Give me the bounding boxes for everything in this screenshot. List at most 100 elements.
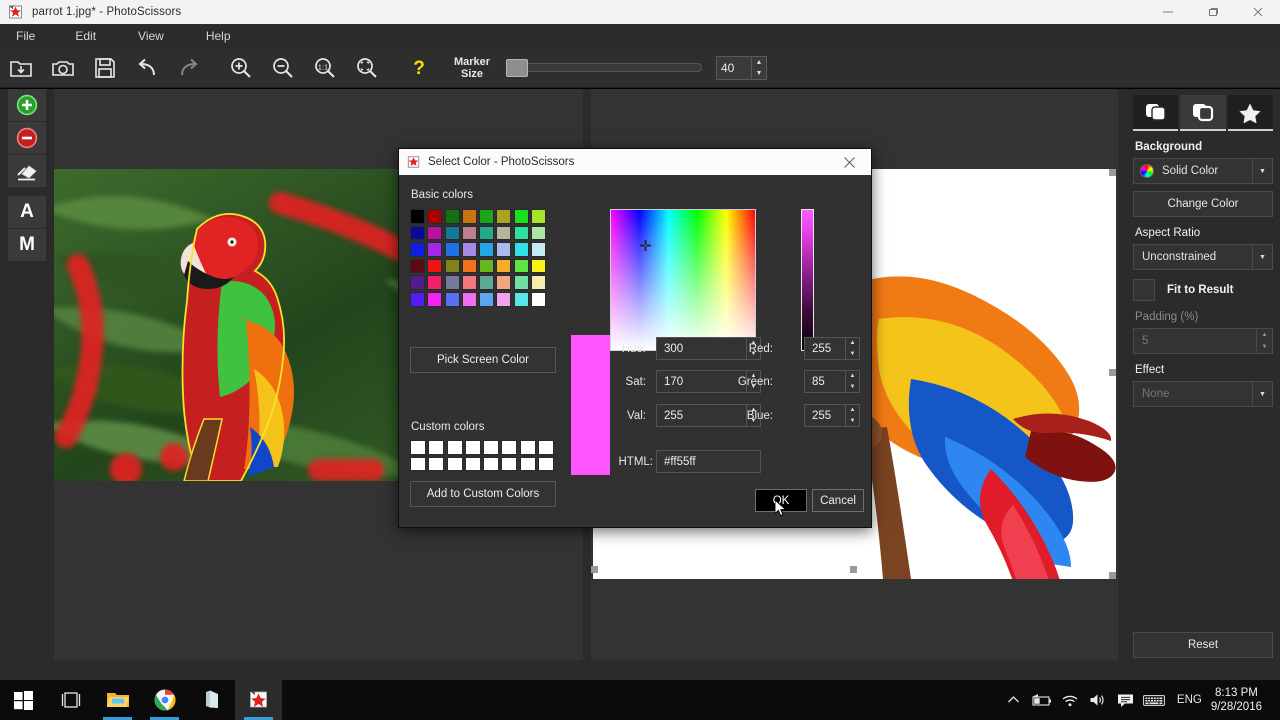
red-down-arrow[interactable]: ▼ [846, 349, 859, 360]
padding-arrows[interactable]: ▲ ▼ [1256, 329, 1272, 353]
sat-value[interactable]: 170 [657, 376, 683, 388]
help-icon[interactable]: ? [398, 48, 440, 88]
save-icon[interactable] [84, 48, 126, 88]
basic-color-swatch[interactable] [444, 275, 460, 290]
basic-color-swatch[interactable] [427, 225, 443, 241]
basic-color-swatch[interactable] [410, 225, 425, 241]
basic-color-swatch[interactable] [531, 275, 547, 290]
show-desktop-button[interactable] [1272, 680, 1280, 720]
basic-color-swatch[interactable] [444, 225, 460, 241]
store-button[interactable] [188, 680, 235, 720]
custom-color-swatch[interactable] [519, 456, 536, 471]
custom-color-swatch[interactable] [428, 440, 445, 455]
custom-color-swatch[interactable] [464, 440, 481, 455]
background-type-select[interactable]: Solid Color ▼ [1133, 158, 1273, 184]
basic-color-swatch[interactable] [513, 209, 529, 224]
show-hidden-icons-button[interactable] [1000, 680, 1028, 720]
blue-field[interactable]: 255 ▲ ▼ [804, 404, 860, 427]
basic-color-swatch[interactable] [531, 291, 547, 307]
chrome-button[interactable] [141, 680, 188, 720]
marker-size-up-arrow[interactable]: ▲ [752, 57, 766, 68]
custom-color-swatch[interactable] [446, 456, 463, 471]
change-color-button[interactable]: Change Color [1133, 191, 1273, 217]
resize-handle-top-right[interactable] [1109, 169, 1116, 176]
green-up-arrow[interactable]: ▲ [846, 371, 859, 382]
basic-color-swatch[interactable] [410, 258, 425, 274]
maximize-button[interactable] [1190, 0, 1235, 24]
marker-size-value[interactable]: 40 [717, 56, 751, 79]
green-value[interactable]: 85 [805, 376, 825, 388]
blue-value[interactable]: 255 [805, 410, 831, 422]
keyboard-icon[interactable] [1140, 680, 1168, 720]
green-arrows[interactable]: ▲ ▼ [845, 371, 859, 392]
cancel-button[interactable]: Cancel [812, 489, 864, 512]
fit-to-result-row[interactable]: Fit to Result [1133, 279, 1273, 301]
minimize-button[interactable] [1145, 0, 1190, 24]
green-down-arrow[interactable]: ▼ [846, 382, 859, 393]
marker-size-arrows[interactable]: ▲ ▼ [751, 56, 766, 79]
custom-color-swatch[interactable] [428, 456, 445, 471]
pick-screen-color-button[interactable]: Pick Screen Color [410, 347, 556, 373]
basic-color-swatch[interactable] [496, 258, 512, 274]
marker-size-down-arrow[interactable]: ▼ [752, 68, 766, 79]
basic-color-swatch[interactable] [513, 291, 529, 307]
basic-color-swatch[interactable] [410, 275, 425, 290]
custom-color-swatch[interactable] [501, 456, 518, 471]
custom-color-swatch[interactable] [519, 440, 536, 455]
basic-color-swatch[interactable] [427, 291, 443, 307]
chevron-down-icon[interactable]: ▼ [1252, 382, 1272, 406]
chevron-down-icon[interactable]: ▼ [1252, 245, 1272, 269]
basic-color-swatch[interactable] [461, 275, 477, 290]
task-view-button[interactable] [47, 680, 94, 720]
basic-color-swatch[interactable] [496, 242, 512, 257]
custom-color-swatch[interactable] [446, 440, 463, 455]
basic-color-swatch[interactable] [513, 258, 529, 274]
padding-down-arrow[interactable]: ▼ [1257, 341, 1272, 353]
eraser-tool[interactable] [8, 155, 46, 188]
basic-color-swatch[interactable] [427, 209, 443, 224]
red-field[interactable]: 255 ▲ ▼ [804, 337, 860, 360]
saturation-value-picker[interactable]: ✛ [610, 209, 756, 351]
padding-up-arrow[interactable]: ▲ [1257, 329, 1272, 341]
menu-edit[interactable]: Edit [65, 24, 106, 48]
basic-color-swatch[interactable] [496, 225, 512, 241]
custom-colors-grid[interactable] [410, 440, 556, 473]
red-value[interactable]: 255 [805, 343, 831, 355]
start-button[interactable] [0, 680, 47, 720]
wifi-icon[interactable] [1056, 680, 1084, 720]
custom-color-swatch[interactable] [501, 440, 518, 455]
zoom-actual-icon[interactable]: 1:1 [304, 48, 346, 88]
zoom-out-icon[interactable] [262, 48, 304, 88]
action-center-icon[interactable] [1112, 680, 1140, 720]
resize-handle-bottom-right[interactable] [1109, 572, 1116, 579]
basic-color-swatch[interactable] [531, 242, 547, 257]
basic-color-swatch[interactable] [461, 209, 477, 224]
zoom-in-icon[interactable] [220, 48, 262, 88]
basic-color-swatch[interactable] [461, 242, 477, 257]
undo-icon[interactable] [126, 48, 168, 88]
custom-color-swatch[interactable] [464, 456, 481, 471]
aspect-ratio-select[interactable]: Unconstrained ▼ [1133, 244, 1273, 270]
battery-icon[interactable] [1028, 680, 1056, 720]
resize-handle-bottom-left[interactable] [591, 566, 598, 573]
basic-color-swatch[interactable] [479, 275, 495, 290]
basic-color-swatch[interactable] [410, 209, 425, 224]
basic-color-swatch[interactable] [496, 209, 512, 224]
value-slider[interactable] [801, 209, 814, 351]
dialog-close-button[interactable] [827, 149, 871, 175]
blue-down-arrow[interactable]: ▼ [846, 416, 859, 427]
basic-color-swatch[interactable] [444, 291, 460, 307]
file-explorer-button[interactable] [94, 680, 141, 720]
basic-color-swatch[interactable] [531, 225, 547, 241]
basic-color-swatch[interactable] [427, 258, 443, 274]
basic-color-swatch[interactable] [461, 291, 477, 307]
basic-color-swatch[interactable] [479, 258, 495, 274]
basic-color-swatch[interactable] [410, 242, 425, 257]
basic-color-swatch[interactable] [444, 209, 460, 224]
red-up-arrow[interactable]: ▲ [846, 338, 859, 349]
language-indicator[interactable]: ENG [1168, 694, 1211, 706]
camera-icon[interactable] [42, 48, 84, 88]
hue-value[interactable]: 300 [657, 343, 683, 355]
resize-handle-bottom-center[interactable] [850, 566, 857, 573]
padding-value[interactable]: 5 [1134, 335, 1148, 347]
